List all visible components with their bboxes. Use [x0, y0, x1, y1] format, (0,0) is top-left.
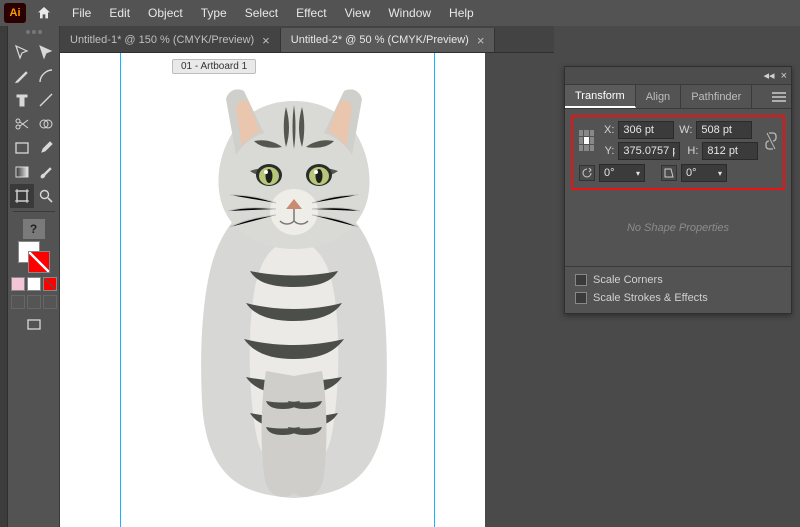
- scale-strokes-checkbox[interactable]: [575, 292, 587, 304]
- draw-behind-button[interactable]: [27, 295, 41, 309]
- w-field[interactable]: [696, 121, 752, 139]
- menu-effect[interactable]: Effect: [288, 3, 334, 23]
- type-tool[interactable]: [10, 88, 34, 112]
- edit-toolbar-button[interactable]: ?: [23, 219, 45, 239]
- artboard[interactable]: 01 - Artboard 1: [60, 53, 485, 527]
- menu-window[interactable]: Window: [380, 3, 439, 23]
- menu-help[interactable]: Help: [441, 3, 482, 23]
- color-swatch[interactable]: [11, 277, 25, 291]
- right-dock: ◂◂ × Transform Align Pathfinder: [554, 26, 800, 527]
- scale-strokes-label: Scale Strokes & Effects: [593, 292, 708, 304]
- tool-palette: ?: [8, 26, 60, 527]
- highlight-box: X: W: Y: H:: [571, 115, 785, 190]
- scale-corners-checkbox[interactable]: [575, 274, 587, 286]
- menu-bar: Ai File Edit Object Type Select Effect V…: [0, 0, 800, 26]
- h-label: H:: [684, 145, 698, 157]
- reference-point-grid[interactable]: [579, 130, 594, 152]
- none-swatch[interactable]: [43, 277, 57, 291]
- close-icon[interactable]: ×: [781, 70, 787, 82]
- menu-object[interactable]: Object: [140, 3, 191, 23]
- left-gutter: [0, 26, 8, 527]
- draw-normal-button[interactable]: [11, 295, 25, 309]
- zoom-tool[interactable]: [34, 184, 58, 208]
- rotate-icon: [579, 165, 595, 181]
- menu-type[interactable]: Type: [193, 3, 235, 23]
- document-tab-label: Untitled-1* @ 150 % (CMYK/Preview): [70, 34, 254, 46]
- tab-transform[interactable]: Transform: [565, 85, 636, 108]
- shear-field[interactable]: 0°▾: [681, 164, 727, 182]
- document-tabs: Untitled-1* @ 150 % (CMYK/Preview) × Unt…: [60, 26, 554, 53]
- color-swatch[interactable]: [27, 277, 41, 291]
- scissors-tool[interactable]: [10, 112, 34, 136]
- collapse-icon[interactable]: ◂◂: [764, 69, 775, 82]
- menu-file[interactable]: File: [64, 3, 99, 23]
- pen-tool[interactable]: [10, 64, 34, 88]
- x-field[interactable]: [618, 121, 674, 139]
- constrain-link-icon[interactable]: [764, 126, 777, 156]
- w-label: W:: [678, 124, 692, 136]
- document-tab-label: Untitled-2* @ 50 % (CMYK/Preview): [291, 34, 469, 46]
- palette-grip-icon[interactable]: [14, 30, 54, 36]
- transform-panel: ◂◂ × Transform Align Pathfinder: [564, 66, 792, 314]
- menu-edit[interactable]: Edit: [101, 3, 138, 23]
- stroke-swatch[interactable]: [28, 251, 50, 273]
- artboard-tool[interactable]: [10, 184, 34, 208]
- artwork-cat[interactable]: [154, 71, 434, 501]
- gradient-tool[interactable]: [10, 160, 34, 184]
- screen-mode-button[interactable]: [22, 313, 46, 337]
- no-shape-label: No Shape Properties: [573, 190, 783, 262]
- close-icon[interactable]: ×: [262, 33, 270, 48]
- panel-menu-icon[interactable]: [767, 85, 791, 108]
- menu-view[interactable]: View: [337, 3, 379, 23]
- y-field[interactable]: [618, 142, 680, 160]
- chevron-down-icon[interactable]: ▾: [636, 169, 640, 178]
- shape-builder-tool[interactable]: [34, 112, 58, 136]
- artboard-label[interactable]: 01 - Artboard 1: [172, 59, 256, 74]
- x-label: X:: [600, 124, 614, 136]
- document-tab[interactable]: Untitled-1* @ 150 % (CMYK/Preview) ×: [60, 28, 281, 52]
- canvas[interactable]: 01 - Artboard 1: [60, 53, 554, 527]
- curvature-tool[interactable]: [34, 64, 58, 88]
- fill-stroke-swatch[interactable]: [18, 241, 50, 273]
- rotate-field[interactable]: 0°▾: [599, 164, 645, 182]
- app-logo-icon: Ai: [4, 3, 26, 23]
- scale-corners-label: Scale Corners: [593, 274, 663, 286]
- home-icon[interactable]: [34, 3, 54, 23]
- shear-icon: [661, 165, 677, 181]
- direct-selection-tool[interactable]: [34, 40, 58, 64]
- chevron-down-icon[interactable]: ▾: [718, 169, 722, 178]
- paintbrush-tool[interactable]: [34, 160, 58, 184]
- line-tool[interactable]: [34, 88, 58, 112]
- tab-pathfinder[interactable]: Pathfinder: [681, 85, 752, 108]
- menu-select[interactable]: Select: [237, 3, 286, 23]
- tab-align[interactable]: Align: [636, 85, 681, 108]
- guide: [434, 53, 435, 527]
- guide: [120, 53, 121, 527]
- close-icon[interactable]: ×: [477, 33, 485, 48]
- h-field[interactable]: [702, 142, 758, 160]
- selection-tool[interactable]: [10, 40, 34, 64]
- draw-inside-button[interactable]: [43, 295, 57, 309]
- document-tab[interactable]: Untitled-2* @ 50 % (CMYK/Preview) ×: [281, 28, 496, 52]
- rectangle-tool[interactable]: [10, 136, 34, 160]
- y-label: Y:: [600, 145, 614, 157]
- eyedropper-tool[interactable]: [34, 136, 58, 160]
